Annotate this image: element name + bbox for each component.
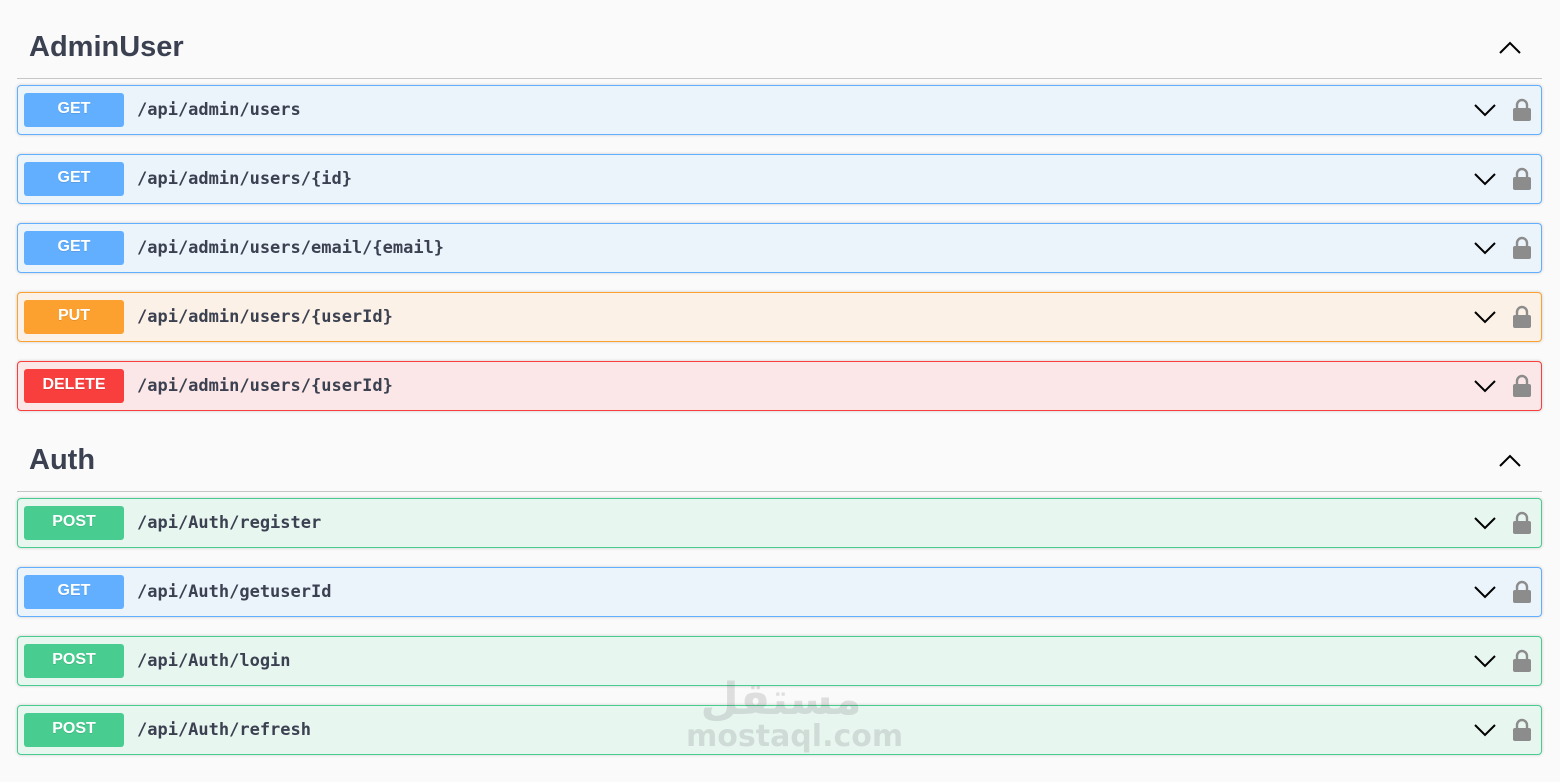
chevron-down-icon[interactable] (1471, 234, 1499, 262)
section-title[interactable]: AdminUser (29, 32, 184, 62)
lock-icon[interactable] (1511, 372, 1533, 400)
method-badge: GET (24, 231, 124, 265)
chevron-up-icon[interactable] (1486, 24, 1534, 72)
chevron-down-icon[interactable] (1471, 716, 1499, 744)
lock-icon[interactable] (1511, 647, 1533, 675)
section-adminuser: AdminUser GET /api/admin/users GET /api/… (17, 18, 1542, 411)
operation-row[interactable]: DELETE /api/admin/users/{userId} (17, 361, 1542, 411)
method-badge: POST (24, 644, 124, 678)
section-header[interactable]: Auth (17, 431, 1542, 492)
method-badge: POST (24, 713, 124, 747)
chevron-up-icon[interactable] (1486, 437, 1534, 485)
method-badge: GET (24, 575, 124, 609)
method-badge: POST (24, 506, 124, 540)
operation-row[interactable]: POST /api/Auth/refresh (17, 705, 1542, 755)
lock-icon[interactable] (1511, 578, 1533, 606)
chevron-down-icon[interactable] (1471, 509, 1499, 537)
endpoint-path: /api/admin/users/{userId} (137, 376, 393, 396)
section-auth: Auth POST /api/Auth/register GET /api/Au… (17, 431, 1542, 755)
operation-row[interactable]: GET /api/admin/users (17, 85, 1542, 135)
endpoint-path: /api/Auth/login (137, 651, 291, 671)
operation-row[interactable]: GET /api/admin/users/email/{email} (17, 223, 1542, 273)
api-docs: AdminUser GET /api/admin/users GET /api/… (17, 18, 1542, 755)
chevron-down-icon[interactable] (1471, 165, 1499, 193)
endpoint-path: /api/Auth/register (137, 513, 322, 533)
endpoint-path: /api/Auth/getuserId (137, 582, 332, 602)
operation-row[interactable]: POST /api/Auth/login (17, 636, 1542, 686)
endpoint-path: /api/admin/users/email/{email} (137, 238, 445, 258)
operation-row[interactable]: POST /api/Auth/register (17, 498, 1542, 548)
method-badge: PUT (24, 300, 124, 334)
method-badge: GET (24, 93, 124, 127)
endpoint-path: /api/admin/users (137, 100, 301, 120)
lock-icon[interactable] (1511, 716, 1533, 744)
endpoint-path: /api/Auth/refresh (137, 720, 311, 740)
section-header[interactable]: AdminUser (17, 18, 1542, 79)
chevron-down-icon[interactable] (1471, 647, 1499, 675)
endpoint-path: /api/admin/users/{id} (137, 169, 352, 189)
method-badge: GET (24, 162, 124, 196)
lock-icon[interactable] (1511, 165, 1533, 193)
method-badge: DELETE (24, 369, 124, 403)
operation-row[interactable]: PUT /api/admin/users/{userId} (17, 292, 1542, 342)
lock-icon[interactable] (1511, 96, 1533, 124)
chevron-down-icon[interactable] (1471, 578, 1499, 606)
chevron-down-icon[interactable] (1471, 372, 1499, 400)
operation-row[interactable]: GET /api/Auth/getuserId (17, 567, 1542, 617)
endpoint-path: /api/admin/users/{userId} (137, 307, 393, 327)
chevron-down-icon[interactable] (1471, 96, 1499, 124)
operation-row[interactable]: GET /api/admin/users/{id} (17, 154, 1542, 204)
lock-icon[interactable] (1511, 234, 1533, 262)
operations-list: GET /api/admin/users GET /api/admin/user… (17, 79, 1542, 411)
lock-icon[interactable] (1511, 509, 1533, 537)
chevron-down-icon[interactable] (1471, 303, 1499, 331)
lock-icon[interactable] (1511, 303, 1533, 331)
operations-list: POST /api/Auth/register GET /api/Auth/ge… (17, 492, 1542, 755)
section-title[interactable]: Auth (29, 445, 95, 475)
